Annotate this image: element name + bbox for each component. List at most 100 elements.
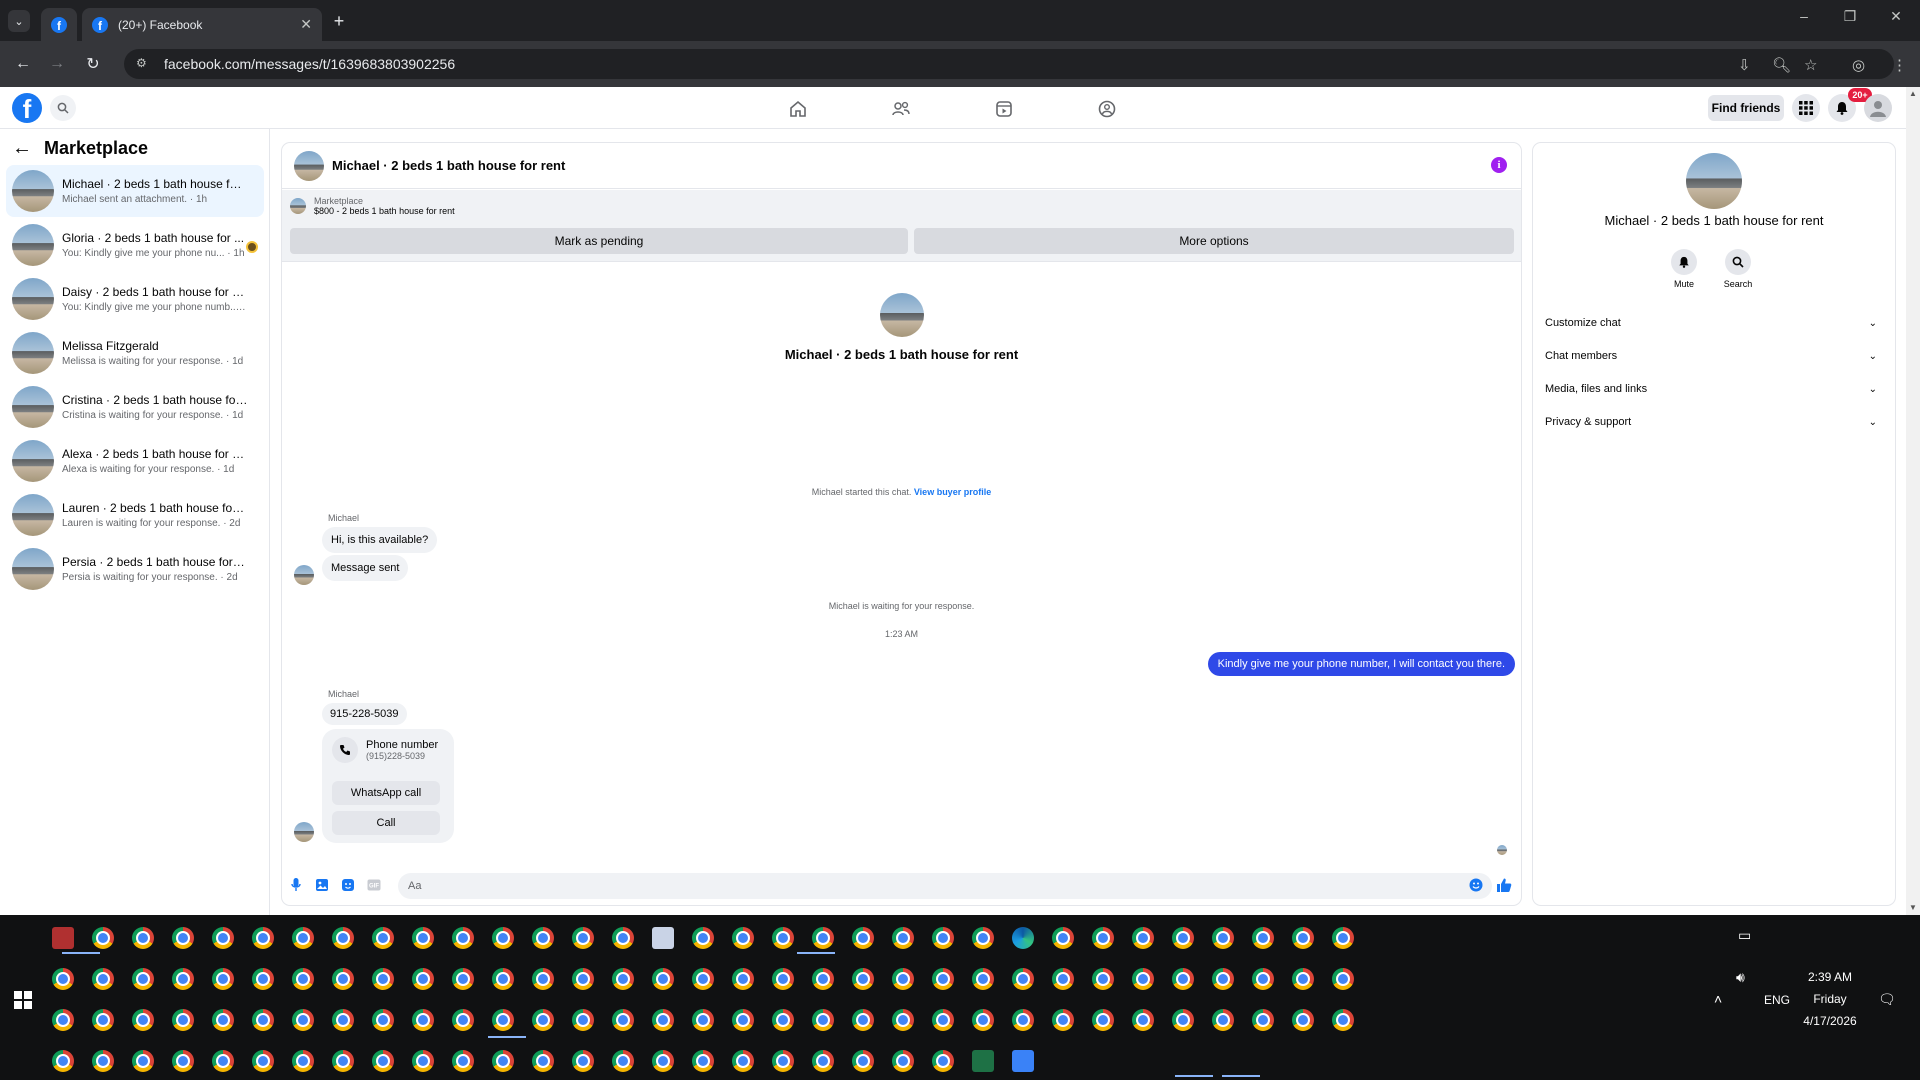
chrome-icon[interactable]	[572, 1050, 594, 1072]
chrome-icon[interactable]	[1012, 968, 1034, 990]
chrome-icon[interactable]	[1332, 968, 1354, 990]
chrome-icon[interactable]	[732, 968, 754, 990]
bookmark-star-icon[interactable]: ☆	[1804, 56, 1817, 74]
chrome-icon[interactable]	[1292, 927, 1314, 949]
zoom-icon[interactable]: 🔍︎	[1772, 56, 1791, 74]
windows-start-icon[interactable]	[14, 991, 32, 1009]
chrome-icon[interactable]	[372, 968, 394, 990]
chrome-icon[interactable]	[612, 927, 634, 949]
chrome-icon[interactable]	[892, 1050, 914, 1072]
chrome-icon[interactable]	[1012, 1009, 1034, 1031]
gif-icon[interactable]: GIF	[366, 877, 382, 893]
site-info-icon[interactable]: ⚙	[136, 56, 152, 72]
chrome-icon[interactable]	[452, 927, 474, 949]
chrome-icon[interactable]	[372, 1009, 394, 1031]
chrome-icon[interactable]	[972, 968, 994, 990]
mute-button[interactable]: Mute	[1659, 249, 1709, 289]
chrome-icon[interactable]	[92, 1050, 114, 1072]
forward-icon[interactable]: →	[44, 51, 70, 77]
chrome-icon[interactable]	[532, 1050, 554, 1072]
tab-pinned-facebook[interactable]: f	[41, 8, 77, 41]
chrome-icon[interactable]	[1092, 968, 1114, 990]
chrome-icon[interactable]	[452, 1009, 474, 1031]
groups-icon[interactable]	[1095, 97, 1119, 121]
minimize-icon[interactable]: –	[1784, 8, 1824, 24]
chrome-icon[interactable]	[612, 968, 634, 990]
chrome-icon[interactable]	[252, 1009, 274, 1031]
chrome-icon[interactable]	[52, 968, 74, 990]
chrome-icon[interactable]	[1052, 927, 1074, 949]
excel-icon[interactable]	[972, 1050, 994, 1072]
conversation-item[interactable]: Daisy · 2 beds 1 bath house for rent You…	[6, 273, 264, 325]
chrome-icon[interactable]	[212, 1009, 234, 1031]
chrome-icon[interactable]	[412, 1009, 434, 1031]
chrome-icon[interactable]	[492, 1009, 514, 1031]
chrome-icon[interactable]	[932, 968, 954, 990]
chrome-icon[interactable]	[852, 1009, 874, 1031]
chrome-icon[interactable]	[1172, 927, 1194, 949]
mark-as-pending-button[interactable]: Mark as pending	[290, 228, 908, 254]
volume-icon[interactable]: 🔊︎	[1736, 969, 1745, 986]
search-icon[interactable]	[50, 95, 76, 121]
chrome-icon[interactable]	[1132, 927, 1154, 949]
back-arrow-icon[interactable]: ←	[12, 137, 32, 160]
chrome-icon[interactable]	[412, 968, 434, 990]
chrome-icon[interactable]	[812, 927, 834, 949]
profile-ring-icon[interactable]: ◎	[1852, 56, 1865, 74]
find-friends-button[interactable]: Find friends	[1708, 95, 1784, 121]
chrome-icon[interactable]	[172, 1009, 194, 1031]
chrome-icon[interactable]	[692, 927, 714, 949]
more-options-button[interactable]: More options	[914, 228, 1514, 254]
chrome-icon[interactable]	[1252, 1009, 1274, 1031]
chrome-icon[interactable]	[412, 1050, 434, 1072]
chrome-icon[interactable]	[852, 927, 874, 949]
chrome-icon[interactable]	[772, 1009, 794, 1031]
chrome-icon[interactable]	[772, 968, 794, 990]
listing-info[interactable]: Marketplace $800 - 2 beds 1 bath house f…	[290, 196, 455, 216]
message-input[interactable]: Aa	[398, 873, 1492, 899]
chrome-icon[interactable]	[932, 927, 954, 949]
chrome-icon[interactable]	[892, 968, 914, 990]
chrome-icon[interactable]	[492, 927, 514, 949]
sticker-icon[interactable]	[340, 877, 356, 893]
chrome-icon[interactable]	[92, 968, 114, 990]
chrome-icon[interactable]	[452, 1050, 474, 1072]
chrome-icon[interactable]	[332, 1009, 354, 1031]
chrome-icon[interactable]	[292, 968, 314, 990]
whatsapp-call-button[interactable]: WhatsApp call	[332, 781, 440, 805]
install-app-icon[interactable]: ⇩	[1738, 56, 1751, 74]
new-tab-button[interactable]: +	[328, 10, 350, 32]
scroll-down-icon[interactable]: ▼	[1908, 903, 1918, 913]
chrome-icon[interactable]	[132, 1050, 154, 1072]
chrome-icon[interactable]	[1052, 1009, 1074, 1031]
facebook-logo-icon[interactable]: f	[12, 93, 42, 123]
call-button[interactable]: Call	[332, 811, 440, 835]
house-avatar[interactable]	[294, 150, 324, 181]
conversation-item[interactable]: Persia · 2 beds 1 bath house for rent Pe…	[6, 543, 264, 595]
chrome-icon[interactable]	[812, 1009, 834, 1031]
app-icon[interactable]	[52, 927, 74, 949]
action-center-icon[interactable]: 🗨︎	[1878, 991, 1896, 1008]
chrome-icon[interactable]	[132, 927, 154, 949]
clock-day[interactable]: Friday	[1800, 992, 1860, 1006]
home-icon[interactable]	[786, 97, 810, 121]
chrome-icon[interactable]	[92, 1009, 114, 1031]
chrome-icon[interactable]	[652, 1050, 674, 1072]
menu-grid-icon[interactable]	[1792, 94, 1820, 122]
view-buyer-profile-link[interactable]: View buyer profile	[914, 487, 991, 497]
chrome-icon[interactable]	[1292, 1009, 1314, 1031]
chrome-icon[interactable]	[932, 1009, 954, 1031]
chrome-icon[interactable]	[692, 1009, 714, 1031]
chrome-icon[interactable]	[652, 968, 674, 990]
chrome-icon[interactable]	[92, 927, 114, 949]
chrome-icon[interactable]	[132, 968, 154, 990]
chrome-icon[interactable]	[1252, 927, 1274, 949]
chrome-icon[interactable]	[492, 1050, 514, 1072]
scroll-up-icon[interactable]: ▲	[1908, 89, 1918, 99]
chrome-icon[interactable]	[252, 1050, 274, 1072]
sender-avatar[interactable]	[294, 822, 314, 842]
chrome-icon[interactable]	[932, 1050, 954, 1072]
info-icon[interactable]: i	[1491, 157, 1507, 173]
tab-facebook[interactable]: f (20+) Facebook ✕	[82, 8, 322, 41]
chrome-icon[interactable]	[1052, 968, 1074, 990]
